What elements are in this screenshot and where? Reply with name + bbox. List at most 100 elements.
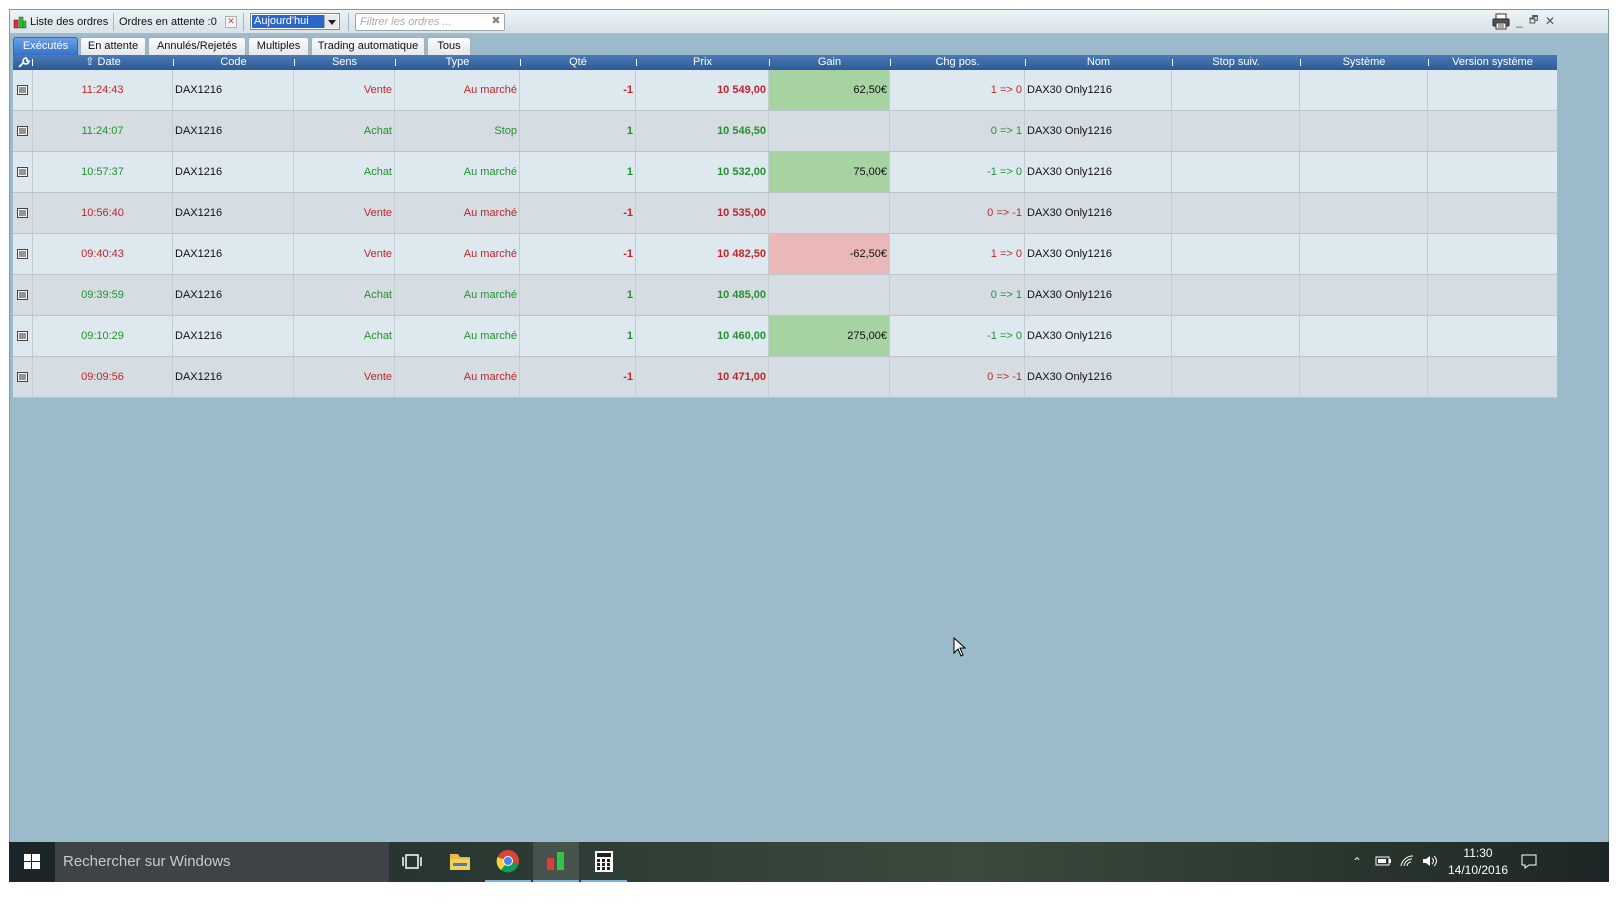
order-list-icon [13, 16, 27, 29]
column-gain[interactable]: Gain [769, 55, 890, 70]
chevron-down-icon[interactable] [324, 15, 338, 28]
clock-time: 11:30 [1463, 846, 1493, 860]
order-side: Vente [294, 193, 395, 233]
clock-date: 14/10/2016 [1447, 863, 1509, 877]
order-details-icon[interactable] [17, 208, 28, 218]
order-gain [769, 111, 890, 151]
tab-tous[interactable]: Tous [427, 37, 471, 55]
order-date: 09:10:29 [33, 316, 173, 356]
row-detail-cell[interactable] [13, 316, 33, 356]
order-trailing-stop [1172, 234, 1300, 274]
order-trailing-stop [1172, 70, 1300, 110]
action-center-icon[interactable] [1520, 853, 1538, 870]
file-explorer-icon[interactable] [437, 842, 483, 882]
wifi-icon[interactable] [1399, 854, 1415, 868]
column-sens[interactable]: Sens [294, 55, 395, 70]
order-details-icon[interactable] [17, 331, 28, 341]
order-code: DAX1216 [173, 193, 294, 233]
date-filter-select[interactable]: Aujourd'hui [250, 13, 340, 30]
table-row[interactable]: 11:24:43 DAX1216 Vente Au marché -1 10 5… [13, 70, 1557, 111]
minimize-icon[interactable]: _ [1516, 14, 1523, 28]
column-systeme[interactable]: Système [1300, 55, 1428, 70]
print-icon[interactable] [1492, 13, 1510, 30]
tab-executes[interactable]: Exécutés [13, 37, 78, 55]
order-quantity: 1 [520, 275, 636, 315]
order-quantity: 1 [520, 316, 636, 356]
windows-start-icon[interactable] [9, 842, 55, 882]
row-detail-cell[interactable] [13, 70, 33, 110]
order-details-icon[interactable] [17, 126, 28, 136]
column-prix[interactable]: Prix [636, 55, 769, 70]
wrench-icon[interactable] [17, 56, 31, 69]
order-code: DAX1216 [173, 316, 294, 356]
table-row[interactable]: 09:10:29 DAX1216 Achat Au marché 1 10 46… [13, 316, 1557, 357]
calculator-taskbar-button[interactable] [581, 842, 627, 882]
restore-icon[interactable]: 🗗 [1529, 14, 1538, 28]
tab-trading-automatique[interactable]: Trading automatique [311, 37, 425, 55]
order-type: Au marché [395, 275, 520, 315]
order-details-icon[interactable] [17, 167, 28, 177]
order-system-version [1428, 234, 1557, 274]
row-detail-cell[interactable] [13, 234, 33, 274]
clear-filter-icon[interactable]: ✖ [490, 15, 502, 27]
order-details-icon[interactable] [17, 249, 28, 259]
table-row[interactable]: 10:57:37 DAX1216 Achat Au marché 1 10 53… [13, 152, 1557, 193]
chrome-taskbar-button[interactable] [485, 842, 531, 882]
table-row[interactable]: 09:09:56 DAX1216 Vente Au marché -1 10 4… [13, 357, 1557, 398]
column-code[interactable]: Code [173, 55, 294, 70]
order-type: Au marché [395, 193, 520, 233]
order-price: 10 532,00 [636, 152, 769, 192]
filter-orders-input[interactable] [355, 13, 505, 31]
column-nom[interactable]: Nom [1025, 55, 1172, 70]
order-price: 10 535,00 [636, 193, 769, 233]
table-row[interactable]: 11:24:07 DAX1216 Achat Stop 1 10 546,50 … [13, 111, 1557, 152]
row-detail-cell[interactable] [13, 275, 33, 315]
column-version-systeme[interactable]: Version système [1428, 55, 1557, 70]
column-qte[interactable]: Qté [520, 55, 636, 70]
order-price: 10 471,00 [636, 357, 769, 397]
order-gain [769, 357, 890, 397]
row-detail-cell[interactable] [13, 193, 33, 233]
column-type[interactable]: Type [395, 55, 520, 70]
order-side: Vente [294, 357, 395, 397]
row-detail-cell[interactable] [13, 152, 33, 192]
trading-app-taskbar-button[interactable] [533, 842, 579, 882]
chevron-up-icon[interactable]: ⌃ [1352, 855, 1362, 869]
table-row[interactable]: 10:56:40 DAX1216 Vente Au marché -1 10 5… [13, 193, 1557, 234]
table-row[interactable]: 09:40:43 DAX1216 Vente Au marché -1 10 4… [13, 234, 1557, 275]
order-details-icon[interactable] [17, 290, 28, 300]
order-details-icon[interactable] [17, 85, 28, 95]
volume-icon[interactable] [1421, 854, 1439, 868]
order-trailing-stop [1172, 193, 1300, 233]
pending-orders-label[interactable]: Ordres en attente :0 [119, 13, 217, 31]
order-quantity: 1 [520, 111, 636, 151]
column-date-label: Date [97, 56, 121, 68]
order-type: Stop [395, 111, 520, 151]
date-filter-value: Aujourd'hui [252, 15, 324, 28]
order-details-icon[interactable] [17, 372, 28, 382]
order-position-change: 1 => 0 [890, 70, 1025, 110]
order-date: 09:40:43 [33, 234, 173, 274]
pending-close-icon[interactable]: ✕ [225, 16, 237, 28]
row-detail-cell[interactable] [13, 111, 33, 151]
task-view-icon[interactable] [389, 842, 435, 882]
mouse-cursor-icon [953, 637, 967, 657]
close-icon[interactable]: ✕ [1545, 14, 1555, 28]
order-side: Achat [294, 152, 395, 192]
toolbar-separator [113, 13, 114, 31]
table-row[interactable]: 09:39:59 DAX1216 Achat Au marché 1 10 48… [13, 275, 1557, 316]
taskbar-clock[interactable]: 11:30 14/10/2016 [1439, 845, 1517, 879]
tab-multiples[interactable]: Multiples [248, 37, 309, 55]
order-date: 09:09:56 [33, 357, 173, 397]
order-code: DAX1216 [173, 152, 294, 192]
row-detail-cell[interactable] [13, 357, 33, 397]
column-stop-suiv[interactable]: Stop suiv. [1172, 55, 1300, 70]
tab-en-attente[interactable]: En attente [80, 37, 146, 55]
windows-search-input[interactable]: Rechercher sur Windows [55, 842, 389, 882]
order-trailing-stop [1172, 152, 1300, 192]
battery-icon[interactable] [1374, 854, 1392, 868]
column-date[interactable]: ⇧ Date [33, 55, 173, 70]
tab-annules-rejetes[interactable]: Annulés/Rejetés [148, 37, 246, 55]
grid-header: ⇧ Date Code Sens Type Qté Prix Gain Chg … [13, 55, 1557, 70]
column-chg-pos[interactable]: Chg pos. [890, 55, 1025, 70]
